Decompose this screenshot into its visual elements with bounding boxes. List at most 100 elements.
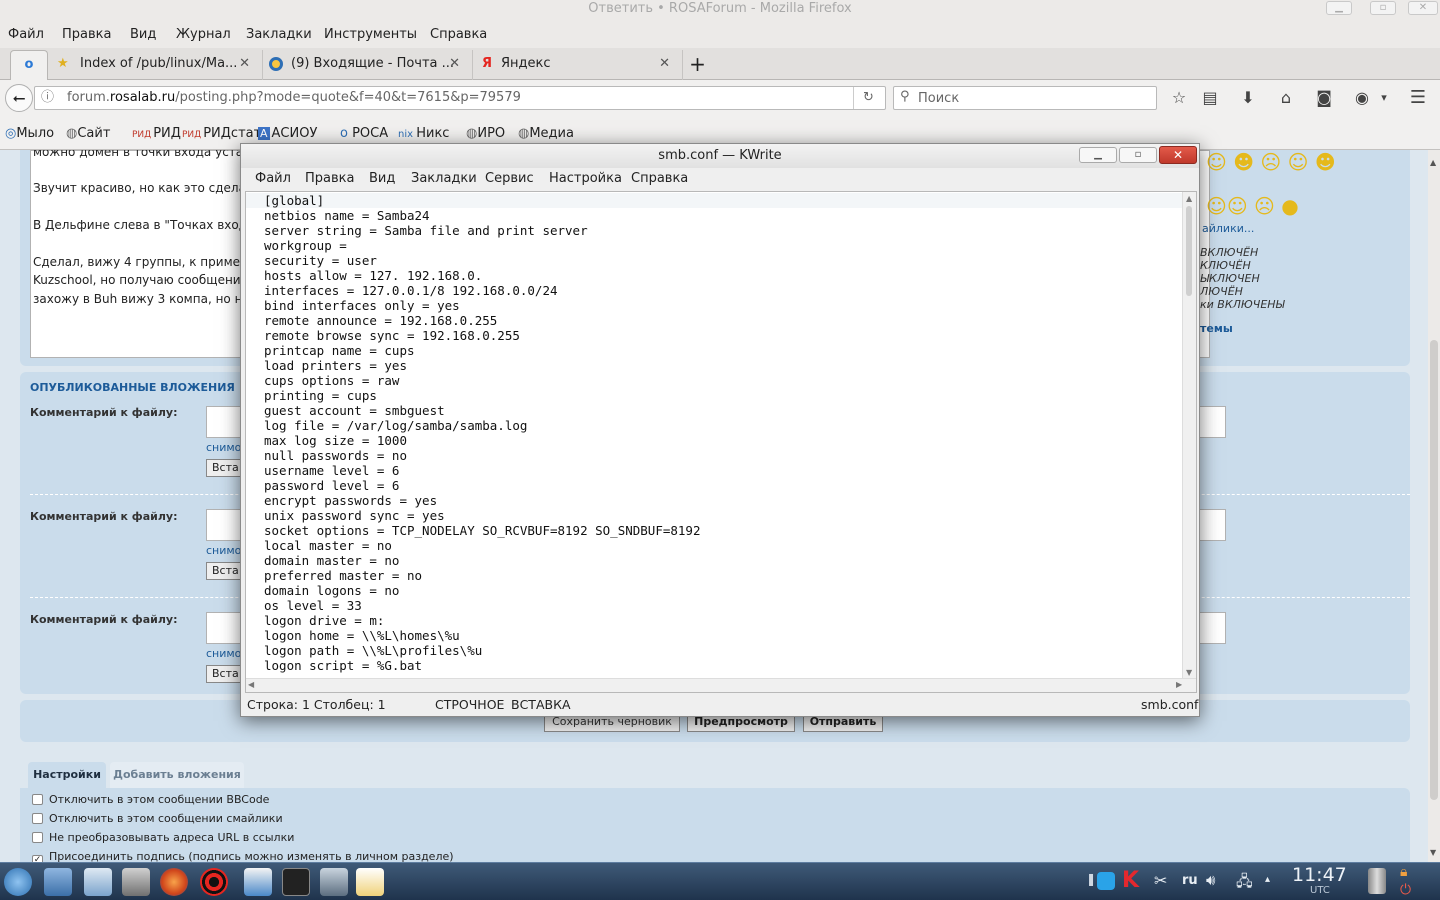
topic-link[interactable]: темы [1200,322,1233,335]
teamviewer-icon[interactable] [1097,872,1115,890]
file-manager-icon[interactable] [44,868,72,896]
bookmark-site[interactable]: ◍Сайт [66,126,110,141]
tab-settings[interactable]: Настройки [28,762,106,788]
reload-icon[interactable]: ↻ [863,87,874,109]
kaspersky-icon[interactable]: K [1122,868,1139,893]
reading-list-icon[interactable]: ▤ [1200,88,1220,108]
minimize-button[interactable]: ▁ [1326,1,1352,15]
kwrite-maximize-button[interactable]: ▫ [1119,147,1157,163]
tab-close-icon[interactable]: ✕ [449,50,460,78]
scroll-thumb[interactable] [1186,206,1192,296]
selection-mode[interactable]: СТРОЧНОЕ [435,697,504,712]
home-icon[interactable]: ⌂ [1276,88,1296,108]
bookmark-mylo[interactable]: ◎Мыло [5,126,54,141]
page-scrollbar[interactable]: ▲ ▼ [1428,150,1440,862]
url-bar[interactable]: ⓘ forum.rosalab.ru/posting.php?mode=quot… [34,86,886,110]
clock-time[interactable]: 11:47 [1292,864,1347,886]
tab-active-forum[interactable]: o [10,50,48,80]
bookmark-media[interactable]: ◍Медиа [518,126,574,141]
lock-icon[interactable]: 🔒︎ [1400,864,1407,880]
kwrite-menu-help[interactable]: Справка [631,171,688,186]
scissors-icon[interactable]: ✂ [1154,871,1167,890]
new-tab-button[interactable]: + [682,50,712,80]
menu-help[interactable]: Справка [430,27,487,42]
menu-tools[interactable]: Инструменты [324,27,417,42]
tab-index[interactable]: ★ Index of /pub/linux/Ma... ✕ [52,50,258,80]
tab-close-icon[interactable]: ✕ [659,50,670,78]
menu-bookmarks[interactable]: Закладки [246,27,312,42]
terminal-icon[interactable] [282,868,310,896]
insert-mode[interactable]: ВСТАВКА [511,697,571,712]
kwrite-minimize-button[interactable]: ▁ [1079,147,1117,163]
power-icon[interactable]: ⏻ [1400,882,1411,898]
tray-arrow-icon[interactable]: ▴ [1265,874,1270,885]
option-attach-signature[interactable]: ✓ Присоединить подпись (подпись можно изм… [32,850,454,862]
kwrite-taskbar-icon[interactable] [356,868,384,896]
scroll-down-icon[interactable]: ▼ [1186,668,1192,677]
checkbox-checked[interactable]: ✓ [32,855,43,862]
checkbox[interactable] [32,832,43,843]
bookmark-iro[interactable]: ◍ИРО [466,126,505,141]
remove-file-link[interactable]: снимо [206,647,241,660]
menu-edit[interactable]: Правка [62,27,111,42]
menu-file[interactable]: Файл [8,27,44,42]
option-disable-smilies[interactable]: Отключить в этом сообщении смайлики [32,812,283,825]
bookmark-star-icon[interactable]: ☆ [1169,88,1189,108]
downloads-icon[interactable]: ⬇ [1238,88,1258,108]
checkbox[interactable] [32,813,43,824]
menu-view[interactable]: Вид [130,27,156,42]
option-disable-urls[interactable]: Не преобразовывать адреса URL в ссылки [32,831,294,844]
tab-add-attachments[interactable]: Добавить вложения [110,762,244,788]
editor-horizontal-scrollbar[interactable]: ◀ ▶ [246,678,1196,692]
keyboard-layout-indicator[interactable]: ru [1182,873,1198,888]
addon-dropdown-icon[interactable]: ▾ [1374,88,1394,108]
editor-vertical-scrollbar[interactable]: ▲ ▼ [1182,192,1196,678]
back-button[interactable]: ⭠ [5,84,33,112]
addon-icon[interactable]: ◉ [1352,88,1372,108]
start-menu-icon[interactable] [4,868,32,896]
smb-conf-text[interactable]: [global] netbios name = Samba24 server s… [264,193,701,673]
tray-collapse-icon[interactable]: ❚ [1086,872,1096,886]
hamburger-menu-icon[interactable]: ☰ [1408,88,1428,108]
search-bar[interactable]: ⚲ Поиск [893,86,1157,110]
close-window-button[interactable]: ✕ [1408,1,1438,15]
maximize-button[interactable]: ▫ [1370,1,1396,15]
option-disable-bbcode[interactable]: Отключить в этом сообщении BBCode [32,793,269,806]
tab-mail[interactable]: (9) Входящие - Почта ... ✕ [262,50,468,80]
kwrite-menu-file[interactable]: Файл [255,171,291,186]
more-smilies-link[interactable]: айлики... [1202,222,1254,235]
text-editor-icon[interactable] [84,868,112,896]
bookmark-rosa[interactable]: o РОСА [340,126,388,141]
kwrite-menu-edit[interactable]: Правка [305,171,354,186]
bookmark-asiou[interactable]: А АСИОУ [258,126,317,141]
kwrite-menu-tools[interactable]: Сервис [485,171,534,186]
scroll-thumb[interactable] [1430,340,1438,800]
checkbox[interactable] [32,794,43,805]
tab-close-icon[interactable]: ✕ [239,50,250,78]
trash-icon[interactable] [1368,868,1386,894]
scroll-up-icon[interactable]: ▲ [1186,194,1192,203]
remove-file-link[interactable]: снимо [206,441,241,454]
kwrite-menu-bookmarks[interactable]: Закладки [411,171,477,186]
menu-history[interactable]: Журнал [176,27,231,42]
tab-yandex[interactable]: Я Яндекс ✕ [472,50,678,80]
scroll-left-icon[interactable]: ◀ [248,680,254,689]
kwrite-close-button[interactable]: ✕ [1159,146,1197,164]
volume-icon[interactable]: 🔊︎ [1206,871,1215,889]
kwrite-menu-view[interactable]: Вид [369,171,395,186]
bookmark-nix[interactable]: nix Никс [398,126,449,141]
scroll-up-icon[interactable]: ▲ [1430,158,1436,167]
network-icon[interactable]: 🖧︎ [1236,871,1253,896]
kwrite-menu-settings[interactable]: Настройка [549,171,622,186]
kwrite-editor[interactable]: [global] netbios name = Samba24 server s… [245,191,1197,693]
firefox-icon[interactable] [160,868,188,896]
smilies-row-icon[interactable]: ☺☺ ☹ ● [1206,194,1299,218]
screenshot-icon[interactable] [320,868,348,896]
settings-icon[interactable] [122,868,150,896]
scroll-right-icon[interactable]: ▶ [1176,680,1182,689]
bookmark-ridstat[interactable]: РИД РИДстат [182,126,261,141]
pocket-icon[interactable]: ◙ [1314,88,1334,108]
media-player-icon[interactable] [200,868,228,896]
bookmark-rid[interactable]: РИД РИД [132,126,181,141]
scroll-down-icon[interactable]: ▼ [1430,848,1436,857]
